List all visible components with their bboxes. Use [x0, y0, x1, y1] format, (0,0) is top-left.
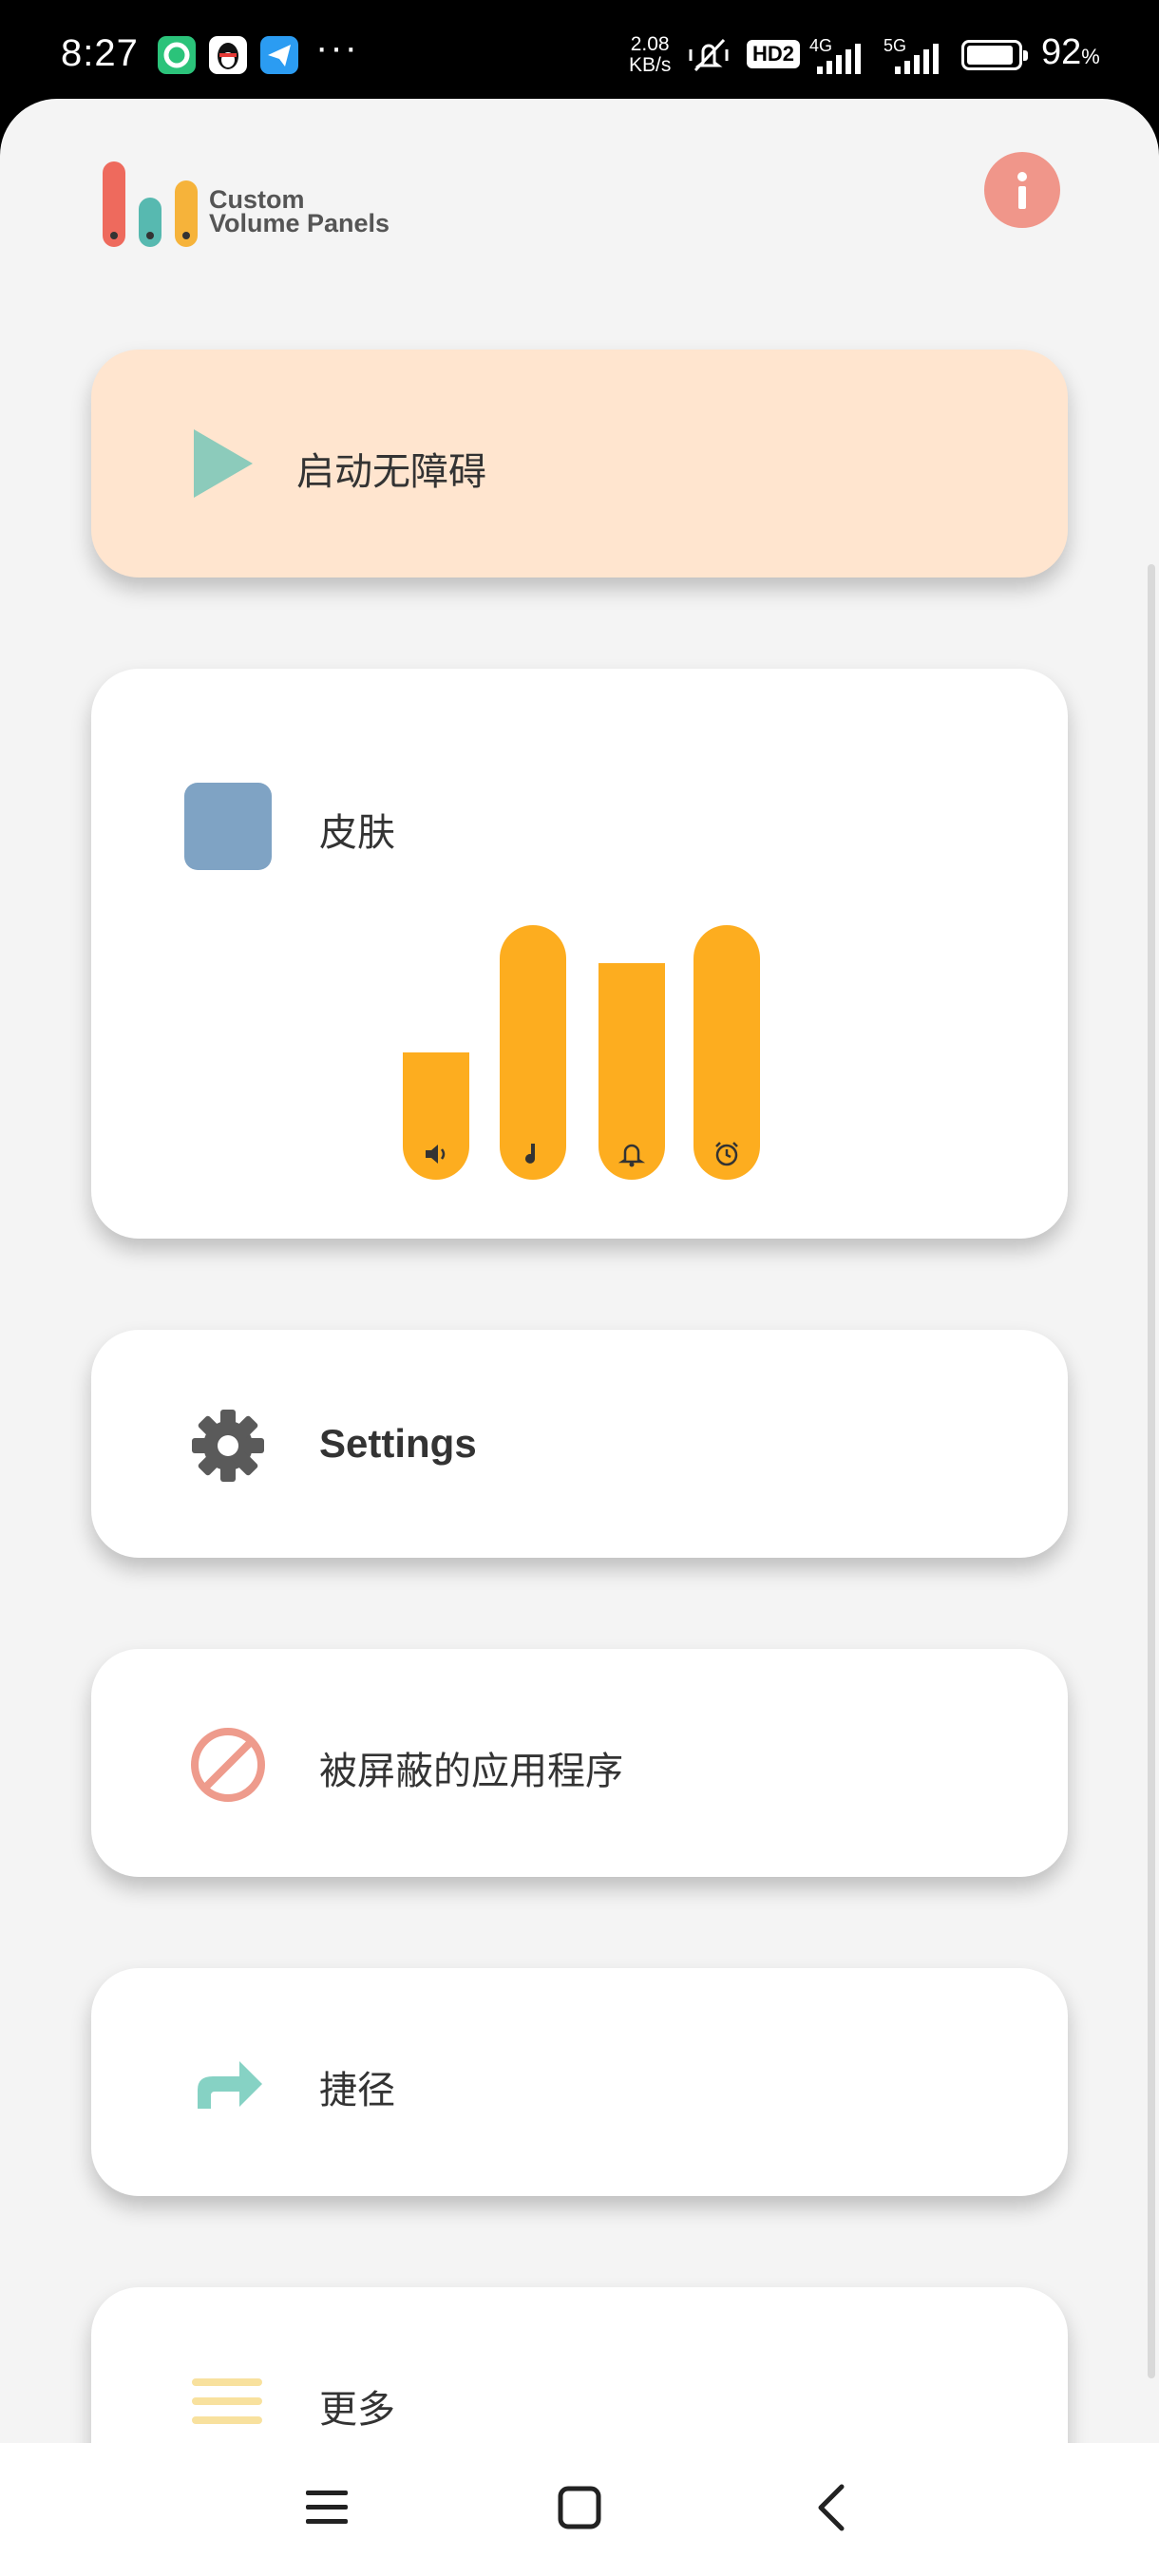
scroll-indicator[interactable]	[1148, 564, 1155, 2378]
battery-icon	[961, 40, 1028, 70]
start-accessibility-card[interactable]: 启动无障碍	[91, 350, 1068, 578]
app-surface: Custom Volume Panels 启动无障碍 皮肤 Settings 被…	[0, 99, 1159, 2443]
battery-percent: 92%	[1041, 32, 1100, 72]
shortcuts-card[interactable]: 捷径	[91, 1968, 1068, 2196]
signal-4g-icon	[817, 44, 861, 74]
settings-label: Settings	[319, 1421, 477, 1466]
send-arrow-icon	[260, 36, 298, 74]
share-arrow-icon	[198, 2061, 262, 2109]
volume-bar-ring	[598, 963, 665, 1180]
skin-card[interactable]: 皮肤	[91, 669, 1068, 1239]
net-speed: 2.08 KB/s	[629, 33, 672, 76]
volume-bar-media	[403, 1052, 469, 1180]
signal-5g-icon	[895, 44, 939, 74]
alarm-clock-icon	[715, 1142, 738, 1166]
skin-color-swatch	[184, 783, 272, 870]
gear-icon	[192, 1410, 264, 1482]
qq-penguin-icon	[209, 36, 247, 74]
info-icon	[1017, 172, 1027, 209]
volume-bar-music	[500, 925, 566, 1180]
chat-app-icon	[158, 36, 196, 74]
app-logo-text: Custom Volume Panels	[209, 185, 390, 237]
navigation-bar	[0, 2443, 1159, 2576]
status-time: 8:27	[61, 32, 139, 74]
home-icon[interactable]	[551, 2479, 608, 2536]
volume-bar-alarm	[694, 925, 760, 1180]
menu-lines-icon	[192, 2378, 262, 2424]
speaker-icon	[426, 1145, 446, 1164]
settings-card[interactable]: Settings	[91, 1330, 1068, 1558]
shortcuts-label: 捷径	[319, 2070, 395, 2112]
block-icon	[191, 1728, 265, 1802]
blocked-apps-card[interactable]: 被屏蔽的应用程序	[91, 1649, 1068, 1877]
more-card[interactable]: 更多	[91, 2287, 1068, 2443]
start-accessibility-label: 启动无障碍	[296, 451, 486, 493]
blocked-apps-label: 被屏蔽的应用程序	[319, 1751, 623, 1792]
play-icon	[194, 429, 253, 498]
battery-level	[967, 46, 1013, 65]
music-note-icon	[525, 1144, 535, 1164]
more-label: 更多	[319, 2389, 395, 2431]
status-bar: 8:27 ··· 2.08 KB/s HD2 4G 5G 92%	[0, 0, 1159, 112]
back-icon[interactable]	[804, 2479, 861, 2536]
hd-badge: HD2	[747, 40, 801, 68]
mute-vibrate-icon	[689, 38, 729, 72]
more-notifications-icon: ···	[315, 27, 359, 68]
menu-icon[interactable]	[298, 2479, 355, 2536]
skin-label: 皮肤	[319, 812, 395, 854]
bell-icon	[618, 1144, 646, 1167]
info-button[interactable]	[984, 152, 1060, 228]
